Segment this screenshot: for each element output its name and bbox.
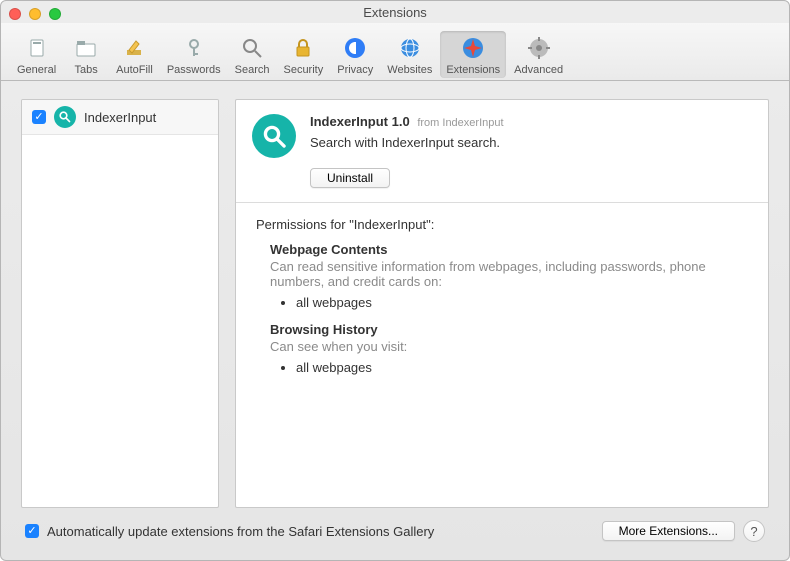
tab-extensions[interactable]: Extensions (440, 31, 506, 78)
permissions-section: Permissions for "IndexerInput": Webpage … (236, 203, 768, 401)
extension-description: Search with IndexerInput search. (310, 135, 752, 150)
passwords-icon (180, 34, 208, 62)
tab-websites[interactable]: Websites (381, 31, 438, 78)
permission-item: all webpages (296, 295, 748, 310)
extension-title: IndexerInput 1.0 (310, 114, 410, 129)
general-icon (23, 34, 51, 62)
tab-advanced[interactable]: Advanced (508, 31, 569, 78)
help-button[interactable]: ? (743, 520, 765, 542)
preferences-toolbar: General Tabs AutoFill Passwords Search (1, 23, 789, 81)
advanced-icon (525, 34, 553, 62)
websites-icon (396, 34, 424, 62)
extension-large-icon (252, 114, 296, 158)
footer: ✓ Automatically update extensions from t… (21, 508, 769, 548)
titlebar: Extensions (1, 1, 789, 23)
uninstall-button[interactable]: Uninstall (310, 168, 390, 188)
tab-privacy[interactable]: Privacy (331, 31, 379, 78)
auto-update-checkbox[interactable]: ✓ (25, 524, 39, 538)
detail-header: IndexerInput 1.0 from IndexerInput Searc… (236, 100, 768, 168)
extensions-icon (459, 34, 487, 62)
window-title: Extensions (1, 5, 789, 20)
extension-detail-pane: IndexerInput 1.0 from IndexerInput Searc… (235, 99, 769, 508)
permission-subtitle: Can see when you visit: (270, 339, 748, 354)
extension-author: from IndexerInput (417, 117, 503, 129)
permission-block-browsing-history: Browsing History Can see when you visit:… (270, 322, 748, 375)
preferences-window: Extensions General Tabs AutoFill Passwor… (0, 0, 790, 561)
permission-title: Webpage Contents (270, 242, 748, 257)
content-area: ✓ IndexerInput IndexerInput 1.0 from Ind… (1, 81, 789, 560)
tab-tabs[interactable]: Tabs (64, 31, 108, 78)
privacy-icon (341, 34, 369, 62)
tabs-icon (72, 34, 100, 62)
extension-name: IndexerInput (84, 110, 156, 125)
tab-general[interactable]: General (11, 31, 62, 78)
permissions-heading: Permissions for "IndexerInput": (256, 217, 748, 232)
security-icon (289, 34, 317, 62)
tab-security[interactable]: Security (277, 31, 329, 78)
tab-passwords[interactable]: Passwords (161, 31, 227, 78)
more-extensions-button[interactable]: More Extensions... (602, 521, 735, 541)
sidebar-item-indexerinput[interactable]: ✓ IndexerInput (22, 100, 218, 135)
extension-icon (54, 106, 76, 128)
permission-item: all webpages (296, 360, 748, 375)
permission-title: Browsing History (270, 322, 748, 337)
panes: ✓ IndexerInput IndexerInput 1.0 from Ind… (21, 99, 769, 508)
search-icon (238, 34, 266, 62)
extension-enable-checkbox[interactable]: ✓ (32, 110, 46, 124)
tab-search[interactable]: Search (229, 31, 276, 78)
permission-block-webpage-contents: Webpage Contents Can read sensitive info… (270, 242, 748, 310)
permission-subtitle: Can read sensitive information from webp… (270, 259, 748, 289)
autofill-icon (120, 34, 148, 62)
tab-autofill[interactable]: AutoFill (110, 31, 159, 78)
extensions-sidebar: ✓ IndexerInput (21, 99, 219, 508)
auto-update-label: Automatically update extensions from the… (47, 524, 434, 539)
